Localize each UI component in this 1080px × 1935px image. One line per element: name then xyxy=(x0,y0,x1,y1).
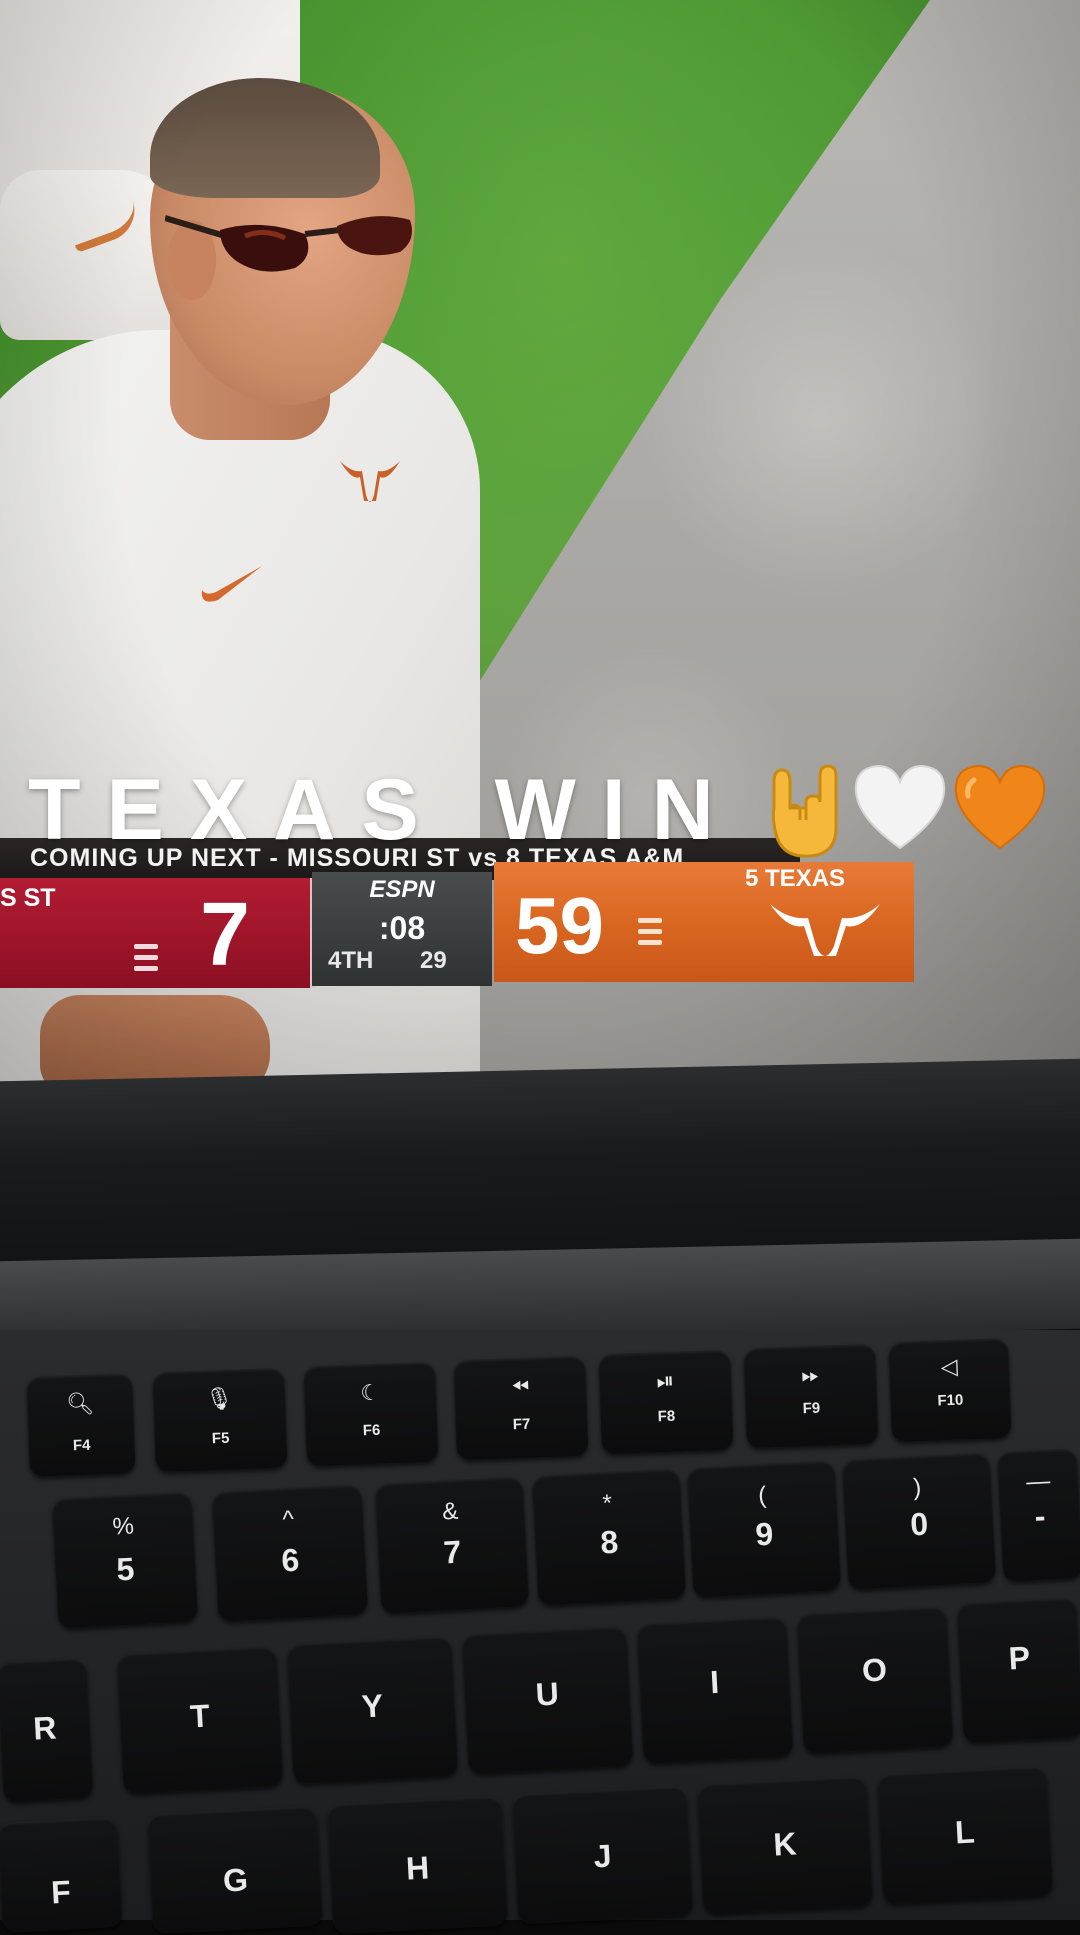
key-5[interactable]: % 5 xyxy=(51,1491,199,1629)
key-7[interactable]: & 7 xyxy=(374,1476,530,1614)
key-f9[interactable]: ⏩︎ F9 xyxy=(743,1343,879,1449)
key-g[interactable]: G xyxy=(146,1805,324,1935)
longhorn-logo-icon xyxy=(770,904,880,956)
away-team-name: S ST xyxy=(0,884,56,912)
away-timeouts-indicator xyxy=(134,944,158,977)
timeout-marker xyxy=(638,940,662,945)
key-f10[interactable]: ◁ F10 xyxy=(888,1337,1012,1443)
moon-icon: ☾ xyxy=(359,1379,381,1406)
key-u[interactable]: U xyxy=(461,1625,634,1775)
home-team-score: 59 xyxy=(515,881,604,970)
key-0[interactable]: ) 0 xyxy=(841,1452,997,1590)
key-f6[interactable]: ☾ F6 xyxy=(303,1361,439,1467)
key-k[interactable]: K xyxy=(696,1775,874,1915)
microphone-icon: 🎙︎ xyxy=(204,1385,234,1412)
search-icon: 🔍︎ xyxy=(65,1390,95,1417)
key-t[interactable]: T xyxy=(116,1645,284,1795)
orange-heart-icon xyxy=(954,764,1046,850)
network-logo: ESPN xyxy=(369,876,435,903)
white-heart-icon xyxy=(854,764,946,850)
story-caption-text: TEXAS WIN xyxy=(28,762,740,858)
timeout-marker xyxy=(638,929,662,934)
key-o[interactable]: O xyxy=(796,1606,954,1754)
rock-on-hand-icon xyxy=(771,764,838,858)
home-timeouts-indicator xyxy=(638,918,662,951)
key-f5[interactable]: 🎙︎ F5 xyxy=(152,1367,288,1473)
home-team-name: 5 TEXAS xyxy=(745,865,846,892)
play-pause-icon: ⏯︎ xyxy=(656,1367,675,1394)
key-f4[interactable]: 🔍︎ F4 xyxy=(26,1373,136,1477)
rewind-icon: ⏪︎ xyxy=(511,1373,530,1400)
key-f8[interactable]: ⏯︎ F8 xyxy=(598,1349,734,1455)
key-f[interactable]: F xyxy=(0,1816,123,1934)
play-clock: 29 xyxy=(420,947,447,974)
key-i[interactable]: I xyxy=(636,1616,794,1764)
key-8[interactable]: * 8 xyxy=(531,1468,687,1606)
key-p[interactable]: P xyxy=(956,1596,1080,1744)
key-6[interactable]: ^ 6 xyxy=(211,1484,369,1622)
away-team-score: 7 xyxy=(200,885,251,985)
timeout-marker xyxy=(134,955,158,960)
game-clock: :08 xyxy=(378,910,426,946)
key-f7[interactable]: ⏪︎ F7 xyxy=(453,1355,589,1461)
key-j[interactable]: J xyxy=(511,1785,694,1925)
timeout-marker xyxy=(638,918,662,923)
fast-forward-icon: ⏩︎ xyxy=(801,1361,820,1388)
key-9[interactable]: ( 9 xyxy=(686,1460,842,1598)
timeout-marker xyxy=(134,944,158,949)
quarter-indicator: 4TH xyxy=(328,947,374,974)
timeout-marker xyxy=(134,966,158,971)
key-l[interactable]: L xyxy=(876,1765,1054,1905)
laptop-keyboard: 🔍︎ F4 🎙︎ F5 ☾ F6 ⏪︎ F7 ⏯︎ F8 ⏩︎ F9 ◁ F10… xyxy=(0,1330,1080,1935)
key-y[interactable]: Y xyxy=(286,1635,459,1785)
key-h[interactable]: H xyxy=(326,1795,509,1935)
key-minus[interactable]: — - xyxy=(996,1447,1080,1583)
mute-icon: ◁ xyxy=(940,1353,959,1380)
key-r[interactable]: R xyxy=(0,1657,94,1803)
